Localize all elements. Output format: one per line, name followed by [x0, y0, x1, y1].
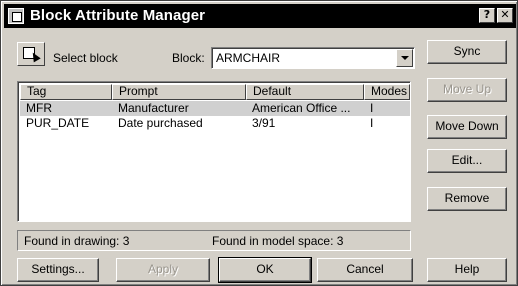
block-dropdown[interactable]: ARMCHAIR	[211, 47, 415, 69]
help-title-button[interactable]: ?	[479, 8, 495, 23]
apply-button[interactable]: Apply	[116, 258, 210, 282]
edit-button[interactable]: Edit...	[427, 149, 507, 173]
select-block-button[interactable]	[17, 42, 45, 66]
select-block-label: Select block	[53, 51, 118, 65]
list-header: Tag Prompt Default Modes	[20, 84, 410, 100]
cancel-label: Cancel	[346, 262, 384, 276]
cell-modes: I	[370, 116, 374, 130]
app-icon	[8, 8, 24, 24]
title-bar: Block Attribute Manager ? ✕	[4, 4, 516, 28]
cell-default: 3/91	[252, 116, 276, 130]
settings-button[interactable]: Settings...	[17, 258, 99, 282]
cell-modes: I	[370, 101, 374, 115]
cancel-button[interactable]: Cancel	[317, 258, 413, 282]
ok-label: OK	[256, 262, 274, 276]
cell-tag: MFR	[26, 101, 52, 115]
block-dropdown-value: ARMCHAIR	[216, 51, 281, 65]
chevron-down-icon[interactable]	[396, 49, 413, 67]
sync-button[interactable]: Sync	[427, 40, 507, 64]
ok-button[interactable]: OK	[218, 257, 312, 283]
cell-prompt: Date purchased	[118, 116, 203, 130]
window-title: Block Attribute Manager	[30, 7, 206, 24]
help-button[interactable]: Help	[427, 258, 507, 282]
found-in-drawing-text: Found in drawing: 3	[24, 234, 130, 248]
status-bar: Found in drawing: 3 Found in model space…	[17, 230, 411, 251]
column-header-tag[interactable]: Tag	[20, 84, 112, 100]
column-header-prompt[interactable]: Prompt	[112, 84, 246, 100]
move-down-label: Move Down	[435, 119, 499, 133]
move-down-button[interactable]: Move Down	[427, 115, 507, 139]
table-row[interactable]: MFR Manufacturer American Office ... I	[20, 101, 410, 116]
attribute-list[interactable]: Tag Prompt Default Modes MFR Manufacture…	[17, 81, 411, 222]
found-in-model-space-text: Found in model space: 3	[212, 234, 344, 248]
remove-button[interactable]: Remove	[427, 187, 507, 211]
cell-prompt: Manufacturer	[118, 101, 189, 115]
help-label: Help	[454, 262, 480, 276]
edit-label: Edit...	[451, 153, 483, 167]
table-row[interactable]: PUR_DATE Date purchased 3/91 I	[20, 116, 410, 131]
apply-label: Apply	[147, 262, 179, 276]
column-header-default[interactable]: Default	[246, 84, 364, 100]
cursor-icon	[29, 50, 41, 63]
block-label: Block:	[172, 51, 205, 65]
move-up-label: Move Up	[442, 82, 492, 96]
cell-default: American Office ...	[252, 101, 351, 115]
cell-tag: PUR_DATE	[26, 116, 90, 130]
settings-label: Settings...	[31, 262, 85, 276]
column-header-modes[interactable]: Modes	[364, 84, 410, 100]
move-up-button[interactable]: Move Up	[427, 78, 507, 102]
block-attribute-manager-window: Block Attribute Manager ? ✕ Select block…	[0, 0, 518, 286]
remove-label: Remove	[444, 191, 490, 205]
close-button[interactable]: ✕	[497, 8, 513, 23]
sync-label: Sync	[453, 44, 481, 58]
